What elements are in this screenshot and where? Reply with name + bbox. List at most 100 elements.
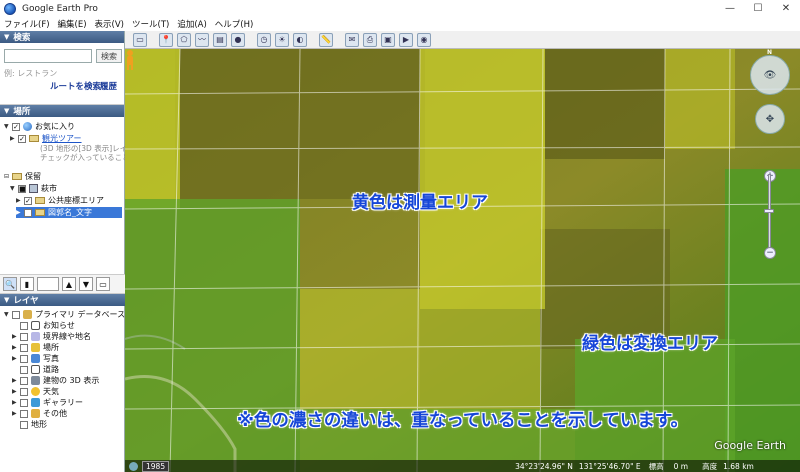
expand-icon[interactable]: ▼ — [4, 311, 12, 318]
expand-icon[interactable]: ▼ — [4, 123, 12, 130]
add-placemark-icon[interactable]: 📍 — [159, 32, 173, 47]
zoom-slider[interactable] — [768, 174, 771, 254]
layer-roads[interactable]: 道路 — [12, 364, 59, 375]
checkbox[interactable] — [20, 376, 28, 385]
sidebar-toggle-icon[interactable]: ▭ — [133, 32, 147, 47]
map-view[interactable]: 黄色は測量エリア 緑色は変換エリア ※色の濃さの違いは、重なっていることを示して… — [125, 49, 800, 472]
checkbox[interactable] — [20, 409, 28, 418]
expand-icon[interactable]: ▼ — [10, 185, 18, 192]
places-header[interactable]: ▼ 場所 — [0, 105, 124, 117]
hand-icon: ✥ — [765, 113, 775, 125]
expand-icon[interactable]: ▶ — [16, 197, 24, 204]
menu-edit[interactable]: 編集(E) — [58, 18, 87, 30]
layer-3d-buildings[interactable]: ▶ 建物の 3D 表示 — [12, 375, 99, 386]
close-button[interactable]: ✕ — [772, 0, 800, 17]
expand-icon[interactable]: ▶ — [12, 410, 20, 417]
filter-field[interactable] — [37, 277, 59, 291]
maximize-button[interactable]: ☐ — [744, 0, 772, 17]
email-icon[interactable]: ✉ — [345, 32, 359, 47]
move-joystick[interactable]: ✥ — [755, 104, 785, 134]
look-joystick[interactable]: 👁 — [750, 55, 790, 95]
tree-item-favorites[interactable]: ▼ ✓ お気に入り — [4, 121, 75, 132]
add-overlay-icon[interactable]: ▤ — [213, 32, 227, 47]
search-header[interactable]: ▼ 検索 — [0, 31, 124, 43]
checkbox[interactable] — [20, 354, 28, 363]
checkbox[interactable]: ■ — [18, 184, 26, 193]
move-down-icon[interactable]: ▼ — [79, 277, 93, 291]
expand-icon[interactable]: ▶ — [16, 209, 24, 216]
expand-icon[interactable]: ▶ — [12, 399, 20, 406]
menu-help[interactable]: ヘルプ(H) — [215, 18, 254, 30]
layers-header[interactable]: ▼ レイヤ — [0, 294, 125, 306]
checkbox[interactable] — [20, 321, 28, 330]
street-view-pegman-icon[interactable] — [125, 49, 135, 71]
panel-toggle-icon[interactable]: ▮ — [20, 277, 34, 291]
tree-item-map-name[interactable]: ▶ 図郭名_文字 — [16, 207, 122, 218]
search-input[interactable] — [4, 49, 92, 63]
expand-icon[interactable]: ▶ — [10, 135, 18, 142]
checkbox[interactable]: ✓ — [24, 196, 32, 205]
checkbox[interactable]: ✓ — [12, 122, 20, 131]
expand-icon[interactable]: ⊟ — [4, 173, 12, 180]
folder-icon — [29, 135, 39, 142]
route-search-link[interactable]: ルートを検索 — [50, 80, 101, 92]
menu-file[interactable]: ファイル(F) — [4, 18, 50, 30]
checkbox[interactable] — [20, 332, 28, 341]
expand-icon[interactable]: ▶ — [12, 333, 20, 340]
annotation-note: ※色の濃さの違いは、重なっていることを示しています。 — [236, 411, 689, 431]
layer-places[interactable]: ▶ 場所 — [12, 342, 59, 353]
earth-view-icon[interactable]: ◉ — [417, 32, 431, 47]
ruler-icon[interactable]: 📏 — [319, 32, 333, 47]
layer-label: 場所 — [43, 343, 59, 352]
checkbox[interactable] — [20, 398, 28, 407]
historical-imagery-icon[interactable]: ◷ — [257, 32, 271, 47]
expand-icon[interactable]: ▶ — [12, 355, 20, 362]
sunlight-icon[interactable]: ☀ — [275, 32, 289, 47]
search-button[interactable]: 検索 — [96, 49, 122, 63]
checkbox[interactable] — [20, 365, 28, 374]
planets-icon[interactable]: ◐ — [293, 32, 307, 47]
search-places-icon[interactable]: 🔍 — [3, 277, 17, 291]
layer-news[interactable]: お知らせ — [12, 320, 75, 331]
checkbox[interactable] — [24, 208, 32, 217]
expand-icon[interactable]: ▶ — [12, 377, 20, 384]
layer-terrain[interactable]: 地形 — [12, 419, 47, 430]
move-up-icon[interactable]: ▲ — [62, 277, 76, 291]
menu-view[interactable]: 表示(V) — [95, 18, 124, 30]
save-image-icon[interactable]: ▣ — [381, 32, 395, 47]
zoom-out-button[interactable]: − — [764, 247, 776, 259]
layer-borders[interactable]: ▶ 境界線や地名 — [12, 331, 91, 342]
tree-item-city[interactable]: ▼ ■ 萩市 — [10, 183, 57, 194]
print-icon[interactable]: ⎙ — [363, 32, 377, 47]
minimize-button[interactable]: — — [716, 0, 744, 17]
layer-gallery[interactable]: ▶ ギャラリー — [12, 397, 83, 408]
layer-weather[interactable]: ▶ 天気 — [12, 386, 59, 397]
record-tour-icon[interactable]: ● — [231, 32, 245, 47]
add-path-icon[interactable]: 〰 — [195, 32, 209, 47]
movie-maker-icon[interactable]: ▶ — [399, 32, 413, 47]
layers-panel: ▼ プライマリ データベース お知らせ ▶ 境界線や地名 ▶ 場所 ▶ 写真 道… — [0, 309, 125, 454]
folder-add-icon[interactable]: ▭ — [96, 277, 110, 291]
menu-tools[interactable]: ツール(T) — [132, 18, 169, 30]
expand-icon[interactable]: ▶ — [12, 388, 20, 395]
layer-more[interactable]: ▶ その他 — [12, 408, 67, 419]
zoom-slider-handle[interactable] — [764, 209, 774, 213]
checkbox[interactable] — [20, 343, 28, 352]
add-polygon-icon[interactable]: ⬠ — [177, 32, 191, 47]
history-link[interactable]: 履歴 — [100, 80, 117, 92]
tree-item-temporary[interactable]: ⊟ 保留 — [4, 171, 41, 182]
checkbox[interactable] — [12, 310, 20, 319]
tree-item-public-coords[interactable]: ▶ ✓ 公共座標エリア — [16, 195, 104, 206]
expand-icon[interactable]: ▶ — [12, 344, 20, 351]
checkbox[interactable] — [20, 387, 28, 396]
checkbox[interactable] — [20, 420, 28, 429]
flag-icon — [31, 332, 40, 341]
checkbox[interactable]: ✓ — [18, 134, 26, 143]
photo-icon — [31, 354, 40, 363]
menu-add[interactable]: 追加(A) — [177, 18, 206, 30]
layer-photos[interactable]: ▶ 写真 — [12, 353, 59, 364]
historical-globe-icon[interactable] — [129, 461, 138, 471]
north-indicator[interactable]: N — [767, 49, 772, 56]
places-panel: ▼ ✓ お気に入り ▶ ✓ 観光ツアー (3D 地形の[3D 表示]レイヤに チ… — [0, 117, 142, 291]
layer-primary-db[interactable]: ▼ プライマリ データベース — [4, 309, 125, 320]
